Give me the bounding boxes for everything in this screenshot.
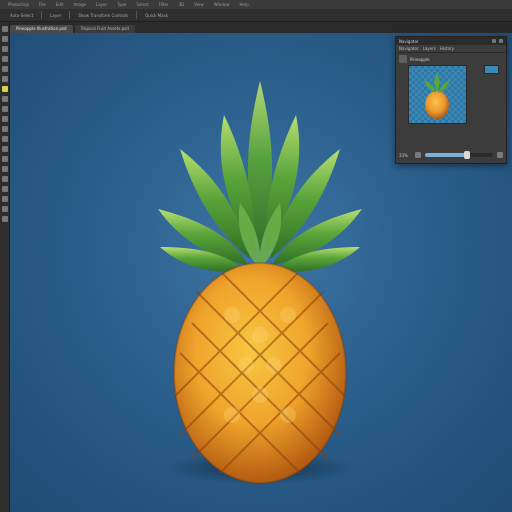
menu-item-image[interactable]: Image (73, 0, 86, 9)
navigator-preview[interactable] (408, 65, 467, 124)
tools-panel (0, 22, 10, 512)
navigator-tab-row: Navigator Layers History (396, 45, 506, 53)
tab-history[interactable]: History (440, 46, 454, 51)
zoom-slider[interactable] (425, 151, 493, 159)
marquee-tool-icon[interactable] (1, 36, 8, 42)
menu-item-edit[interactable]: Edit (56, 0, 64, 9)
options-bar: Auto-Select Layer Show Transform Control… (0, 9, 512, 22)
navigator-panel: Navigator Navigator Layers History Pinea… (395, 36, 507, 164)
pen-tool-icon[interactable] (1, 166, 8, 172)
move-tool-icon[interactable] (1, 26, 8, 32)
zoom-out-icon[interactable] (415, 152, 421, 158)
layer-name: Pineapple (410, 56, 430, 62)
pineapple-crown (158, 81, 362, 272)
tab-navigator[interactable]: Navigator (399, 46, 419, 51)
blur-tool-icon[interactable] (1, 146, 8, 152)
gradient-tool-icon[interactable] (1, 136, 8, 142)
menu-bar: Photoshop File Edit Image Layer Type Sel… (0, 0, 512, 9)
options-separator (41, 11, 43, 19)
navigator-preview-image (409, 66, 466, 123)
document-tab-strip: Pineapple Illustration.psd Tropical Frui… (10, 23, 512, 33)
menu-item-photoshop[interactable]: Photoshop (8, 0, 29, 9)
brush-tool-icon[interactable] (1, 96, 8, 102)
panel-controls (492, 39, 503, 43)
navigator-zoom-controls: 33% (399, 150, 503, 160)
layer-row[interactable]: Pineapple (396, 53, 506, 65)
close-panel-icon[interactable] (499, 39, 503, 43)
path-select-tool-icon[interactable] (1, 186, 8, 192)
pineapple-body (173, 262, 347, 484)
menu-item-type[interactable]: Type (117, 0, 126, 9)
tab-layers[interactable]: Layers (423, 46, 436, 51)
navigator-titlebar[interactable]: Navigator (396, 37, 506, 45)
eraser-tool-icon[interactable] (1, 126, 8, 132)
show-transform-controls-option[interactable]: Show Transform Controls (78, 13, 128, 18)
menu-item-layer[interactable]: Layer (96, 0, 107, 9)
options-separator (69, 11, 71, 19)
healing-tool-icon[interactable] (1, 86, 8, 92)
lasso-tool-icon[interactable] (1, 46, 8, 52)
zoom-slider-fill (425, 153, 468, 157)
shape-tool-icon[interactable] (1, 196, 8, 202)
eyedropper-tool-icon[interactable] (1, 76, 8, 82)
menu-item-3d[interactable]: 3D (179, 0, 185, 9)
type-tool-icon[interactable] (1, 176, 8, 182)
dodge-tool-icon[interactable] (1, 156, 8, 162)
hand-tool-icon[interactable] (1, 206, 8, 212)
layer-option[interactable]: Layer (50, 13, 61, 18)
layer-thumbnail-icon (399, 55, 407, 63)
zoom-tool-icon[interactable] (1, 216, 8, 222)
zoom-percentage[interactable]: 33% (399, 153, 411, 158)
auto-select-option[interactable]: Auto-Select (10, 13, 33, 18)
zoom-slider-knob[interactable] (464, 151, 471, 159)
quick-select-tool-icon[interactable] (1, 56, 8, 62)
zoom-in-icon[interactable] (497, 152, 503, 158)
tab-document-2[interactable]: Tropical Fruit Assets.psd (74, 25, 135, 33)
quick-mask-option[interactable]: Quick Mask (145, 13, 168, 18)
proxy-view-color-chip[interactable] (484, 65, 499, 74)
stamp-tool-icon[interactable] (1, 106, 8, 112)
menu-item-help[interactable]: Help (240, 0, 249, 9)
menu-item-window[interactable]: Window (214, 0, 230, 9)
menu-item-select[interactable]: Select (136, 0, 148, 9)
collapse-panel-icon[interactable] (492, 39, 496, 43)
menu-item-file[interactable]: File (39, 0, 46, 9)
menu-item-view[interactable]: View (194, 0, 204, 9)
navigator-title: Navigator (399, 38, 419, 44)
menu-item-filter[interactable]: Filter (159, 0, 169, 9)
tab-document-1[interactable]: Pineapple Illustration.psd (10, 25, 73, 33)
options-separator (136, 11, 138, 19)
history-brush-tool-icon[interactable] (1, 116, 8, 122)
crop-tool-icon[interactable] (1, 66, 8, 72)
